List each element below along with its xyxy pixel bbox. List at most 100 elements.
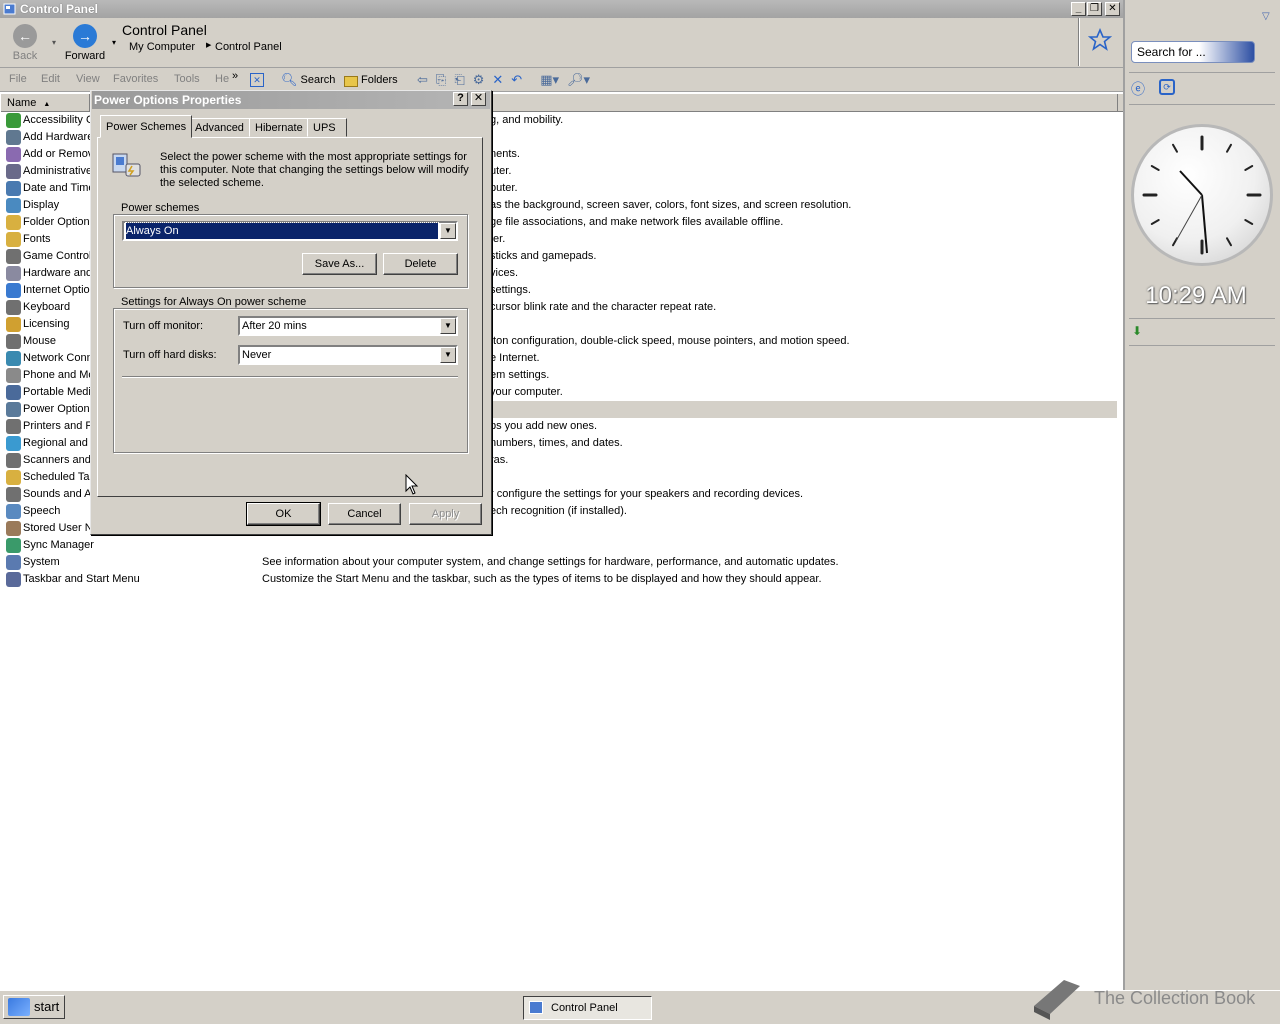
- menu-file[interactable]: File: [9, 73, 27, 85]
- analog-clock: [1131, 124, 1273, 266]
- forward-arrow-icon: →: [73, 24, 97, 48]
- list-item-description: tton configuration, double-click speed, …: [490, 335, 850, 347]
- window-titlebar: Control Panel _ ❐ ✕: [0, 0, 1123, 18]
- list-item-label: Licensing: [23, 318, 70, 330]
- sidebar-collapse-icon[interactable]: ▽: [1262, 11, 1270, 22]
- properties-icon[interactable]: ⚙: [473, 72, 485, 88]
- menu-tools[interactable]: Tools: [174, 73, 200, 85]
- control-panel-item-icon: [6, 266, 21, 281]
- column-comments-header[interactable]: [482, 94, 1118, 112]
- close-x-icon: ✕: [250, 73, 264, 87]
- list-item-label: Speech: [23, 505, 61, 517]
- tab-hibernate[interactable]: Hibernate: [249, 118, 309, 137]
- clock-tick: [1226, 143, 1232, 153]
- control-panel-item-icon: [6, 317, 21, 332]
- mouse-cursor-icon: [405, 474, 419, 495]
- toolbar-actions: ⇦ ⎘ ⎗ ⚙ ✕ ↶ ▦▾ 🔎︎▾: [417, 72, 590, 88]
- views-icon[interactable]: ▦▾: [540, 72, 559, 88]
- control-panel-item-icon: [6, 487, 21, 502]
- clock-tick: [1150, 165, 1160, 171]
- search-button-label: Search: [300, 74, 336, 86]
- control-panel-item-icon: [6, 470, 21, 485]
- tab-ups[interactable]: UPS: [307, 118, 347, 137]
- list-item[interactable]: System: [0, 554, 257, 571]
- list-item[interactable]: Sync Manager: [0, 537, 257, 554]
- restore-button[interactable]: ❐: [1087, 2, 1102, 16]
- control-panel-item-icon: [6, 385, 21, 400]
- control-panel-item-icon: [6, 436, 21, 451]
- list-item-description: g, and mobility.: [490, 114, 564, 126]
- dialog-help-button[interactable]: ?: [453, 92, 468, 106]
- search-icon: 🔍︎: [281, 72, 298, 87]
- apply-button[interactable]: Apply: [409, 503, 482, 525]
- control-panel-item-icon: [6, 555, 21, 570]
- forward-button[interactable]: → Forward: [62, 24, 108, 62]
- tab-power-schemes[interactable]: Power Schemes: [100, 115, 193, 138]
- cancel-button[interactable]: Cancel: [328, 503, 401, 525]
- scheme-settings-group-label: Settings for Always On power scheme: [119, 296, 309, 308]
- sidebar-divider: [1129, 72, 1275, 73]
- control-panel-item-icon: [6, 368, 21, 383]
- control-panel-item-icon: [6, 453, 21, 468]
- favorites-star-icon[interactable]: [1088, 28, 1112, 52]
- window-title: Control Panel: [20, 2, 99, 16]
- list-item-label: System: [23, 556, 60, 568]
- control-panel-item-icon: [6, 419, 21, 434]
- turn-off-monitor-select[interactable]: After 20 mins ▼: [238, 316, 458, 336]
- list-item-description: cursor blink rate and the character repe…: [490, 301, 717, 313]
- chevron-down-icon[interactable]: ▼: [440, 318, 456, 334]
- chevron-down-icon[interactable]: ▼: [440, 347, 456, 363]
- back-dropdown-icon[interactable]: ▾: [52, 38, 56, 47]
- zoom-icon[interactable]: 🔎︎▾: [567, 72, 590, 88]
- chevron-down-icon[interactable]: ▼: [440, 223, 456, 239]
- folders-button[interactable]: Folders: [344, 72, 398, 88]
- breadcrumb-my-computer[interactable]: My Computer: [129, 41, 195, 53]
- control-panel-item-icon: [6, 572, 21, 587]
- clock-face-icon: [1142, 135, 1262, 255]
- back-button[interactable]: ← Back: [8, 24, 42, 62]
- breadcrumb-control-panel[interactable]: Control Panel: [215, 41, 282, 53]
- watermark-text: The Collection Book: [1094, 988, 1256, 1008]
- menu-help[interactable]: He: [215, 73, 229, 85]
- power-scheme-select[interactable]: Always On ▼: [122, 221, 458, 241]
- menu-edit[interactable]: Edit: [41, 73, 60, 85]
- breadcrumb-separator-icon: ▶: [206, 42, 212, 49]
- taskbar-item-control-panel[interactable]: Control Panel: [523, 996, 652, 1020]
- network-widget-icon[interactable]: ⬇: [1132, 324, 1142, 338]
- list-item-description: puter.: [490, 182, 518, 194]
- toolbar-close-button[interactable]: ✕: [250, 72, 264, 88]
- location-title: Control Panel: [122, 22, 207, 38]
- control-panel-item-icon: [6, 232, 21, 247]
- menu-favorites[interactable]: Favorites: [113, 73, 158, 85]
- copy-to-icon[interactable]: ⎘: [436, 72, 446, 88]
- start-button[interactable]: start: [3, 995, 65, 1019]
- save-as-button[interactable]: Save As...: [302, 253, 377, 275]
- control-panel-item-icon: [6, 215, 21, 230]
- list-item-label: Fonts: [23, 233, 51, 245]
- ie-icon[interactable]: ⓔ: [1131, 79, 1145, 99]
- tab-advanced[interactable]: Advanced: [189, 118, 250, 137]
- control-panel-item-icon: [6, 164, 21, 179]
- minimize-button[interactable]: _: [1071, 2, 1086, 16]
- turn-off-disks-select[interactable]: Never ▼: [238, 345, 458, 365]
- forward-dropdown-icon[interactable]: ▾: [112, 38, 116, 47]
- delete-icon[interactable]: ✕: [492, 72, 503, 88]
- close-button[interactable]: ✕: [1105, 2, 1120, 16]
- list-item[interactable]: Taskbar and Start Menu: [0, 571, 257, 588]
- ok-button[interactable]: OK: [246, 502, 321, 526]
- widget-settings-icon[interactable]: ⟳: [1159, 79, 1175, 95]
- menu-overflow-icon[interactable]: »: [232, 70, 238, 82]
- dialog-close-button[interactable]: ✕: [471, 92, 486, 106]
- column-name-header[interactable]: Name ▲: [0, 94, 90, 112]
- list-item-description: ras.: [490, 454, 509, 466]
- undo-icon[interactable]: ↶: [511, 72, 522, 88]
- folder-icon: [344, 75, 358, 87]
- list-item-label: Keyboard: [23, 301, 71, 313]
- paste-icon[interactable]: ⎗: [454, 72, 464, 88]
- move-to-icon[interactable]: ⇦: [417, 72, 428, 88]
- sidebar-search-input[interactable]: Search for ...: [1131, 41, 1255, 63]
- search-button[interactable]: 🔍︎ Search: [281, 72, 335, 88]
- delete-button[interactable]: Delete: [383, 253, 458, 275]
- list-item-description: See information about your computer syst…: [262, 556, 839, 568]
- menu-view[interactable]: View: [76, 73, 100, 85]
